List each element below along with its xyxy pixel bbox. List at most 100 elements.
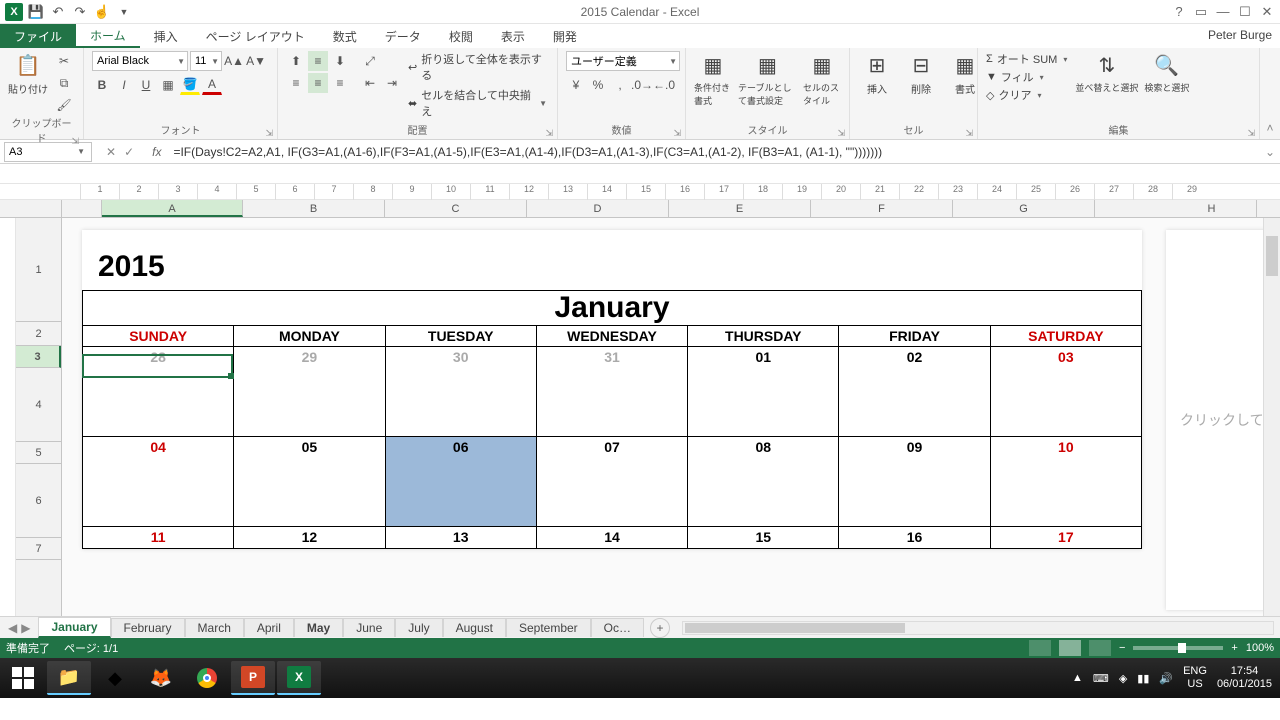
cal-cell[interactable]: 30 <box>385 347 536 437</box>
col-header-d[interactable]: D <box>527 200 669 217</box>
number-format-select[interactable]: ユーザー定義▼ <box>566 51 680 71</box>
align-top-icon[interactable]: ⬆ <box>286 51 306 71</box>
sheet-tab-march[interactable]: March <box>185 618 244 637</box>
autosum-button[interactable]: Σ オート SUM ▾ <box>986 51 1069 67</box>
sheet-tab-april[interactable]: April <box>244 618 294 637</box>
day-header-wed[interactable]: WEDNESDAY <box>536 326 687 347</box>
vertical-scrollbar[interactable] <box>1263 218 1280 616</box>
day-header-mon[interactable]: MONDAY <box>234 326 385 347</box>
fill-button[interactable]: ▼ フィル ▾ <box>986 69 1069 85</box>
start-button[interactable] <box>0 658 46 698</box>
insert-cells-button[interactable]: ⊞挿入 <box>858 51 896 96</box>
zoom-slider[interactable] <box>1133 646 1223 650</box>
tab-formulas[interactable]: 数式 <box>319 24 371 48</box>
row-header-4[interactable]: 4 <box>16 368 61 442</box>
col-header-g[interactable]: G <box>953 200 1095 217</box>
cut-icon[interactable]: ✂ <box>54 51 74 71</box>
tab-review[interactable]: 校閲 <box>435 24 487 48</box>
underline-button[interactable]: U <box>136 75 156 95</box>
cal-cell[interactable]: 14 <box>536 527 687 549</box>
formula-input[interactable]: =IF(Days!C2=A2,A1, IF(G3=A1,(A1-6),IF(F3… <box>169 145 1260 159</box>
tray-volume-icon[interactable]: 🔊 <box>1159 672 1173 685</box>
sheet-tab-february[interactable]: February <box>111 618 185 637</box>
tray-network-icon[interactable]: ▮▮ <box>1137 672 1149 685</box>
sheet-tab-july[interactable]: July <box>395 618 442 637</box>
cal-cell[interactable]: 17 <box>990 527 1141 549</box>
font-name-select[interactable]: Arial Black▼ <box>92 51 188 71</box>
tab-developer[interactable]: 開発 <box>539 24 591 48</box>
increase-decimal-icon[interactable]: .0→ <box>632 75 652 95</box>
taskbar-excel-icon[interactable]: X <box>277 661 321 695</box>
row-header-6[interactable]: 6 <box>16 464 61 538</box>
tab-nav-next-icon[interactable]: ▶ <box>21 621 30 635</box>
find-select-button[interactable]: 🔍検索と選択 <box>1144 51 1189 94</box>
select-all-corner[interactable] <box>0 200 62 217</box>
new-sheet-button[interactable]: + <box>650 618 670 638</box>
align-left-icon[interactable]: ≡ <box>286 73 306 93</box>
font-size-select[interactable]: 11▼ <box>190 51 222 71</box>
sheet-tab-more[interactable]: Oc… <box>591 618 644 637</box>
delete-cells-button[interactable]: ⊟削除 <box>902 51 940 96</box>
merge-center-button[interactable]: ⬌ セルを結合して中央揃え ▼ <box>408 87 549 119</box>
sort-filter-button[interactable]: ⇅並べ替えと選択 <box>1075 51 1138 94</box>
percent-icon[interactable]: % <box>588 75 608 95</box>
cal-cell[interactable]: 28 <box>83 347 234 437</box>
cal-cell[interactable]: 16 <box>839 527 990 549</box>
italic-button[interactable]: I <box>114 75 134 95</box>
sheet-tab-august[interactable]: August <box>443 618 506 637</box>
tray-clock[interactable]: 17:5406/01/2015 <box>1217 665 1272 691</box>
taskbar-gimp-icon[interactable]: 🦊 <box>139 661 183 695</box>
fx-icon[interactable]: fx <box>144 145 169 159</box>
tab-home[interactable]: ホーム <box>76 24 140 48</box>
tray-language[interactable]: ENGUS <box>1183 665 1207 691</box>
cancel-formula-icon[interactable]: ✕ <box>106 145 116 159</box>
ribbon-options-icon[interactable]: ▭ <box>1192 3 1210 21</box>
tab-insert[interactable]: 挿入 <box>140 24 192 48</box>
tray-keyboard-icon[interactable]: ⌨ <box>1093 672 1109 685</box>
zoom-percent[interactable]: 100% <box>1246 642 1274 654</box>
taskbar-explorer-icon[interactable]: 📁 <box>47 661 91 695</box>
comma-icon[interactable]: , <box>610 75 630 95</box>
row-header-5[interactable]: 5 <box>16 442 61 464</box>
cal-cell[interactable]: 12 <box>234 527 385 549</box>
cal-cell[interactable]: 13 <box>385 527 536 549</box>
row-header-2[interactable]: 2 <box>16 322 61 346</box>
save-icon[interactable]: 💾 <box>26 2 46 22</box>
decrease-indent-icon[interactable]: ⇤ <box>360 73 380 93</box>
tab-page-layout[interactable]: ページ レイアウト <box>192 24 319 48</box>
day-header-fri[interactable]: FRIDAY <box>839 326 990 347</box>
cal-cell[interactable]: 10 <box>990 437 1141 527</box>
cal-cell[interactable]: 07 <box>536 437 687 527</box>
increase-indent-icon[interactable]: ⇥ <box>382 73 402 93</box>
sheet-canvas[interactable]: 2015 January SUNDAY MONDAY TUESDAY WEDNE… <box>62 218 1280 616</box>
tab-view[interactable]: 表示 <box>487 24 539 48</box>
increase-font-icon[interactable]: A▲ <box>224 51 244 71</box>
tab-data[interactable]: データ <box>371 24 435 48</box>
bold-button[interactable]: B <box>92 75 112 95</box>
cal-cell[interactable]: 04 <box>83 437 234 527</box>
cal-cell[interactable]: 29 <box>234 347 385 437</box>
cal-cell[interactable]: 31 <box>536 347 687 437</box>
conditional-format-button[interactable]: ▦条件付き書式 <box>694 51 732 107</box>
sheet-tab-may[interactable]: May <box>294 618 343 637</box>
day-header-thu[interactable]: THURSDAY <box>688 326 839 347</box>
taskbar-chrome-icon[interactable] <box>185 661 229 695</box>
paste-button[interactable]: 📋貼り付け <box>8 51 48 96</box>
col-header-b[interactable]: B <box>243 200 385 217</box>
tab-nav-prev-icon[interactable]: ◀ <box>8 621 17 635</box>
qat-customize-icon[interactable]: ▼ <box>114 2 134 22</box>
taskbar-inkscape-icon[interactable]: ◆ <box>93 661 137 695</box>
col-header-h[interactable]: H <box>1167 200 1257 217</box>
excel-icon[interactable]: X <box>4 2 24 22</box>
minimize-icon[interactable]: — <box>1214 3 1232 21</box>
day-header-tue[interactable]: TUESDAY <box>385 326 536 347</box>
row-header-1[interactable]: 1 <box>16 218 61 322</box>
font-color-button[interactable]: A <box>202 75 222 95</box>
cal-cell[interactable]: 01 <box>688 347 839 437</box>
cal-cell[interactable]: 15 <box>688 527 839 549</box>
row-header-3[interactable]: 3 <box>16 346 61 368</box>
touch-mode-icon[interactable]: ☝ <box>92 2 112 22</box>
format-table-button[interactable]: ▦テーブルとして書式設定 <box>738 51 797 107</box>
horizontal-scrollbar[interactable] <box>682 621 1274 635</box>
align-bottom-icon[interactable]: ⬇ <box>330 51 350 71</box>
